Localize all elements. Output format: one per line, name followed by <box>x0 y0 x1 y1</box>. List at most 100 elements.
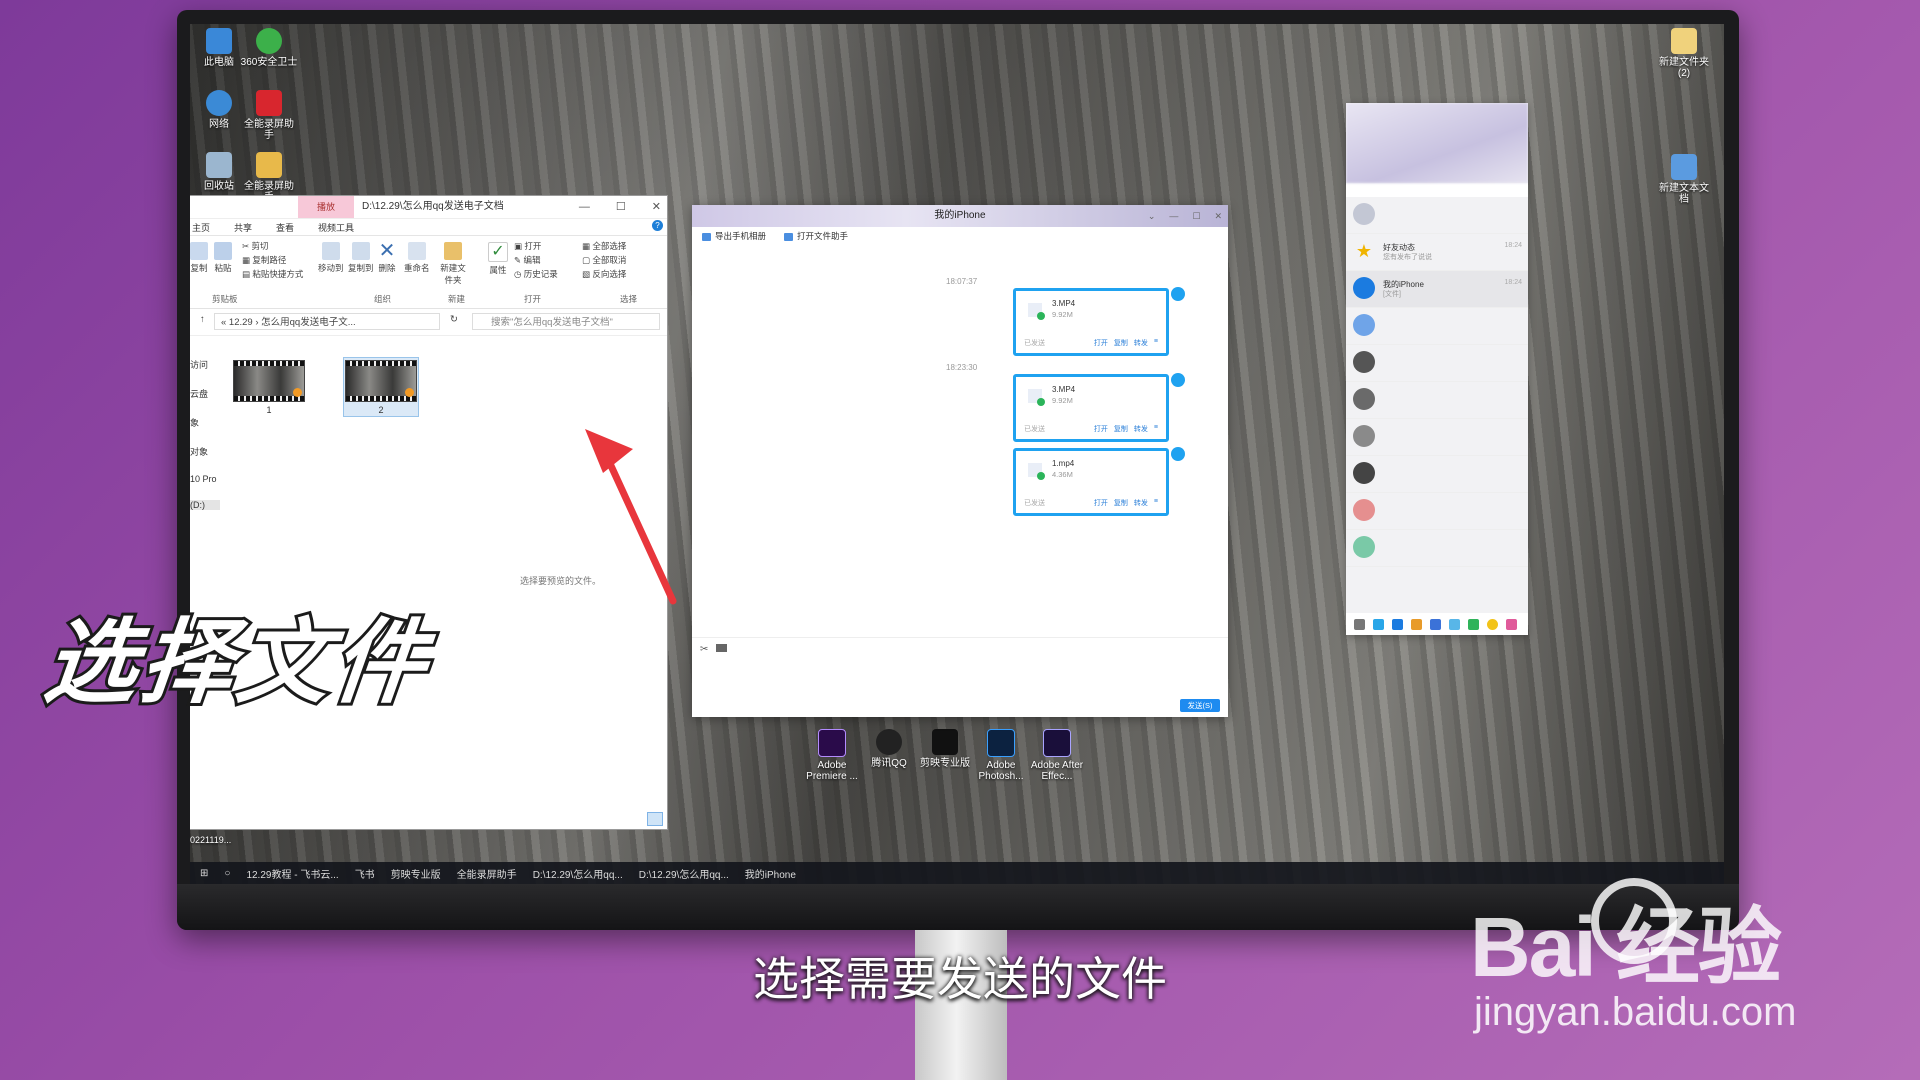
copy-path-button[interactable]: ▦ 复制路径 <box>242 254 286 266</box>
maximize-icon[interactable]: ☐ <box>616 196 626 218</box>
desktop-icon-recorder[interactable]: 全能录屏助手 <box>240 90 298 141</box>
taskbar-item[interactable]: 全能录屏助手 <box>457 866 517 881</box>
list-item[interactable] <box>1346 308 1528 345</box>
desktop-icon-new-folder[interactable]: 新建文件夹 (2) <box>1655 28 1713 79</box>
delete-button[interactable]: ✕ 删除 <box>378 241 396 274</box>
game-icon[interactable] <box>1411 618 1422 630</box>
video-icon[interactable] <box>1468 618 1479 630</box>
apps-grid-icon[interactable] <box>1506 618 1517 630</box>
cut-button[interactable]: ✂ 剪切 <box>242 240 269 252</box>
taskbar-item[interactable]: 我的iPhone <box>745 866 796 881</box>
select-none-button[interactable]: ▢ 全部取消 <box>582 254 626 266</box>
open-file-assistant-button[interactable]: 打开文件助手 <box>784 230 848 242</box>
desktop-icon-photoshop[interactable]: Adobe Photosh... <box>972 729 1030 782</box>
paste-button[interactable]: 粘贴 <box>214 242 232 274</box>
search-input[interactable]: 搜索"怎么用qq发送电子文档" <box>472 313 660 330</box>
start-icon[interactable]: ⊞ <box>200 868 208 879</box>
file-message-bubble[interactable]: 3.MP4 9.92M 已发送 打开 复制 转发 ≡ <box>1013 288 1169 356</box>
tab-share[interactable]: 共享 <box>234 221 252 234</box>
history-button[interactable]: ◷ 历史记录 <box>514 268 558 280</box>
desktop-icon-new-text[interactable]: 新建文本文档 <box>1655 154 1713 205</box>
smile-icon[interactable] <box>1487 618 1498 630</box>
nav-item[interactable]: 10 Pro <box>190 474 220 484</box>
folder-icon[interactable] <box>716 644 727 652</box>
move-to-button[interactable]: 移动到 <box>318 242 344 274</box>
open-link[interactable]: 打开 <box>1094 498 1108 508</box>
play-context-tab[interactable]: 播放 <box>298 196 354 218</box>
search-icon[interactable]: ○ <box>224 868 230 879</box>
select-all-button[interactable]: ▦ 全部选择 <box>582 240 626 252</box>
taskbar-item[interactable]: 飞书 <box>355 866 375 881</box>
desktop-icon-360[interactable]: 360安全卫士 <box>240 28 298 68</box>
rename-button[interactable]: 重命名 <box>404 242 430 274</box>
new-folder-button[interactable]: 新建文件夹 <box>440 242 466 286</box>
desktop-icon-aftereffects[interactable]: Adobe After Effec... <box>1028 729 1086 782</box>
paste-shortcut-button[interactable]: ▤ 粘贴快捷方式 <box>242 268 303 280</box>
file-message-bubble[interactable]: 1.mp4 4.36M 已发送 打开 复制 转发 ≡ <box>1013 448 1169 516</box>
tab-view[interactable]: 查看 <box>276 221 294 234</box>
close-icon[interactable]: ✕ <box>1214 205 1222 227</box>
menu-icon[interactable] <box>1354 618 1365 630</box>
taskbar-item[interactable]: 剪映专业版 <box>391 866 441 881</box>
list-item-my-iphone[interactable]: 我的iPhone [文件] 18:24 <box>1346 271 1528 308</box>
open-button[interactable]: ▣ 打开 <box>514 240 541 252</box>
nav-item-drive-d[interactable]: (D:) <box>190 500 220 510</box>
tab-video-tools[interactable]: 视频工具 <box>318 221 354 234</box>
edit-button[interactable]: ✎ 编辑 <box>514 254 541 266</box>
copy-link[interactable]: 复制 <box>1114 424 1128 434</box>
tab-home[interactable]: 主页 <box>192 221 210 234</box>
chevron-down-icon[interactable]: ⌄ <box>1148 205 1156 227</box>
copy-link[interactable]: 复制 <box>1114 338 1128 348</box>
nav-item[interactable]: 象 <box>190 416 220 429</box>
list-item[interactable] <box>1346 382 1528 419</box>
maximize-icon[interactable]: ☐ <box>1192 205 1200 227</box>
copy-link[interactable]: 复制 <box>1114 498 1128 508</box>
nav-item[interactable]: 云盘 <box>190 387 220 400</box>
desktop-icon-qq[interactable]: 腾讯QQ <box>860 729 918 769</box>
list-item[interactable] <box>1346 530 1528 567</box>
open-link[interactable]: 打开 <box>1094 424 1108 434</box>
properties-button[interactable]: ✓ 属性 <box>488 242 508 276</box>
list-item[interactable] <box>1346 456 1528 493</box>
file-item-1[interactable]: 1 <box>232 360 306 415</box>
menu-icon[interactable]: ≡ <box>1154 498 1158 508</box>
list-item[interactable] <box>1346 493 1528 530</box>
contacts-icon[interactable] <box>1373 618 1384 630</box>
address-bar[interactable]: « 12.29 › 怎么用qq发送电子文... <box>214 313 440 330</box>
list-item[interactable] <box>1346 419 1528 456</box>
close-icon[interactable]: ✕ <box>652 196 661 218</box>
menu-icon[interactable]: ≡ <box>1154 338 1158 348</box>
minimize-icon[interactable]: — <box>1169 205 1178 227</box>
message-input-area[interactable]: ✂ 发送(S) <box>692 637 1228 718</box>
copy-button[interactable]: 复制 <box>190 242 208 274</box>
send-button[interactable]: 发送(S) <box>1180 699 1220 712</box>
nav-item[interactable]: 访问 <box>190 358 220 371</box>
help-icon[interactable]: ? <box>652 220 663 231</box>
copy-to-button[interactable]: 复制到 <box>348 242 374 274</box>
up-arrow-icon[interactable]: ↑ <box>200 314 205 325</box>
taskbar-item[interactable]: D:\12.29\怎么用qq... <box>639 866 729 881</box>
taskbar-item[interactable]: D:\12.29\怎么用qq... <box>533 866 623 881</box>
desktop-icon-jianying[interactable]: 剪映专业版 <box>916 729 974 769</box>
export-album-button[interactable]: 导出手机相册 <box>702 230 766 242</box>
forward-link[interactable]: 转发 <box>1134 338 1148 348</box>
file-message-bubble[interactable]: 3.MP4 9.92M 已发送 打开 复制 转发 ≡ <box>1013 374 1169 442</box>
desktop-icon-premiere[interactable]: Adobe Premiere ... <box>803 729 861 782</box>
file-icon[interactable] <box>1392 618 1403 630</box>
minimize-icon[interactable]: — <box>579 196 590 218</box>
qq-tabs[interactable] <box>1346 183 1528 197</box>
open-link[interactable]: 打开 <box>1094 338 1108 348</box>
list-item[interactable] <box>1346 345 1528 382</box>
scissors-icon[interactable]: ✂ <box>700 644 708 655</box>
forward-link[interactable]: 转发 <box>1134 424 1148 434</box>
refresh-icon[interactable]: ↻ <box>450 314 458 325</box>
list-item[interactable] <box>1346 197 1528 234</box>
forward-link[interactable]: 转发 <box>1134 498 1148 508</box>
menu-icon[interactable]: ≡ <box>1154 424 1158 434</box>
invert-selection-button[interactable]: ▧ 反向选择 <box>582 268 626 280</box>
taskbar-item[interactable]: 12.29教程 - 飞书云... <box>246 866 338 881</box>
cloud-icon[interactable] <box>1449 618 1460 630</box>
list-item-friends-feed[interactable]: ★ 好友动态 您有发布了说说 18:24 <box>1346 234 1528 271</box>
file-item-2-selected[interactable]: 2 <box>343 357 419 417</box>
nav-item[interactable]: 对象 <box>190 445 220 458</box>
